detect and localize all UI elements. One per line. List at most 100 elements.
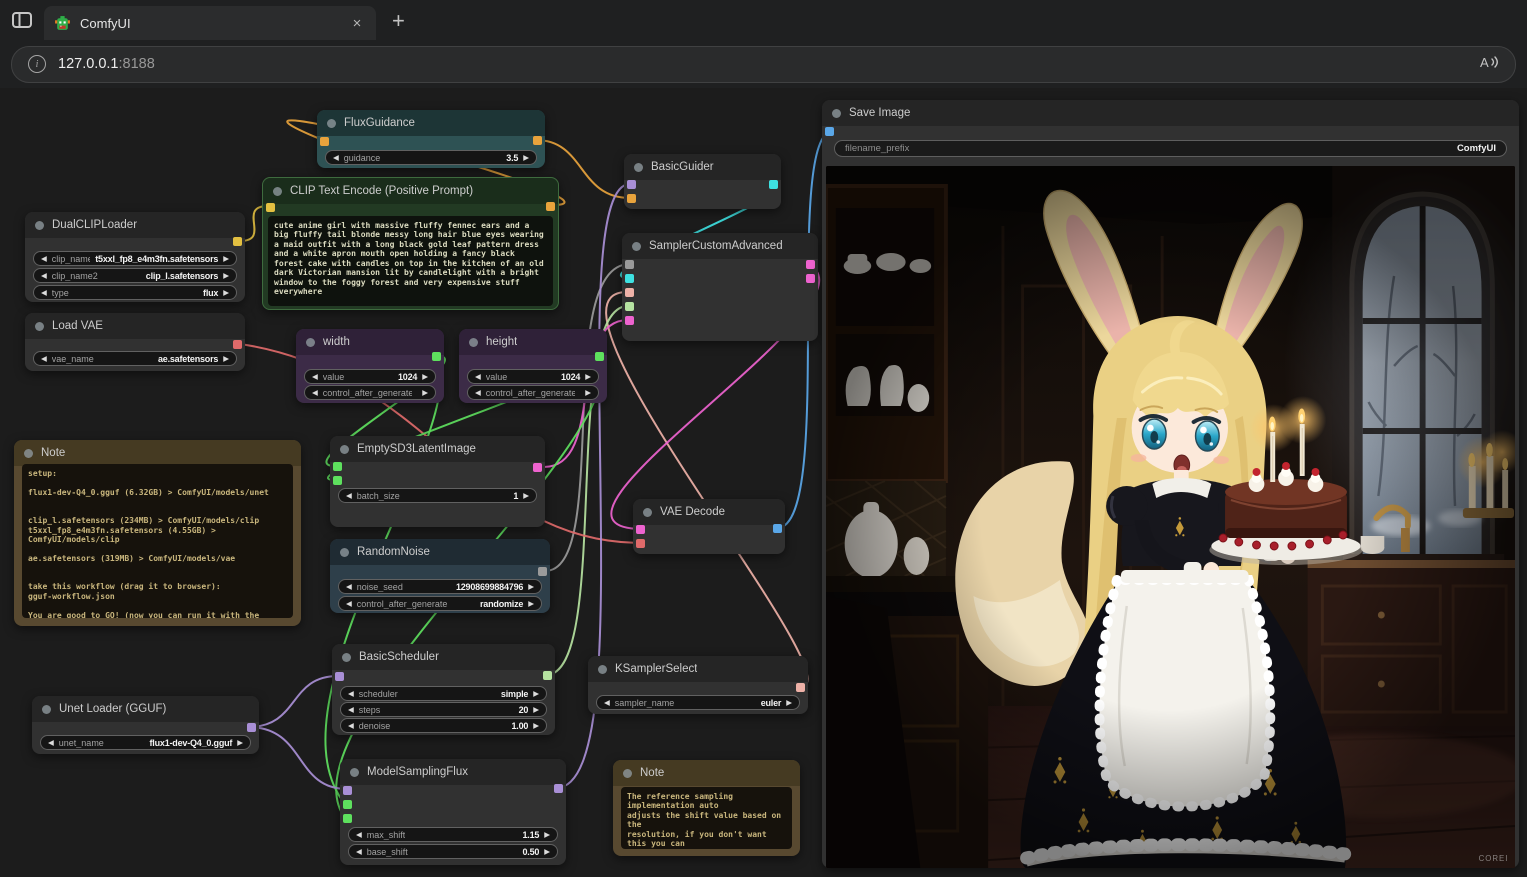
node-textarea[interactable]: setup: flux1-dev-Q4_0.gguf (6.32GB) > Co… <box>22 464 293 618</box>
input-socket[interactable] <box>625 288 634 297</box>
widget-denoise[interactable]: ◀denoise1.00▶ <box>340 718 547 733</box>
output-socket[interactable] <box>595 352 604 361</box>
output-socket[interactable] <box>546 202 555 211</box>
site-info-icon[interactable]: i <box>28 55 46 73</box>
input-socket[interactable] <box>625 302 634 311</box>
input-socket[interactable] <box>636 539 645 548</box>
output-socket[interactable] <box>543 671 552 680</box>
input-socket[interactable] <box>320 137 329 146</box>
collapse-dot[interactable] <box>42 705 51 714</box>
output-socket[interactable] <box>432 352 441 361</box>
collapse-dot[interactable] <box>832 109 841 118</box>
input-socket[interactable] <box>266 203 275 212</box>
collapse-dot[interactable] <box>340 548 349 557</box>
output-socket[interactable] <box>533 136 542 145</box>
node-width[interactable]: width◀value1024▶◀control_after_generate.… <box>296 329 444 403</box>
increment-arrow[interactable]: ▶ <box>585 389 591 397</box>
decrement-arrow[interactable]: ◀ <box>346 492 352 500</box>
widget-batch-size[interactable]: ◀batch_size1▶ <box>338 488 537 503</box>
input-socket[interactable] <box>825 127 834 136</box>
widget-clip-name2[interactable]: ◀clip_name2clip_l.safetensors▶ <box>33 268 237 283</box>
input-socket[interactable] <box>627 180 636 189</box>
increment-arrow[interactable]: ▶ <box>223 272 229 280</box>
address-bar[interactable]: i 127.0.0.1 :8188 A <box>11 46 1516 83</box>
decrement-arrow[interactable]: ◀ <box>41 255 47 263</box>
increment-arrow[interactable]: ▶ <box>237 739 243 747</box>
output-socket[interactable] <box>554 784 563 793</box>
decrement-arrow[interactable]: ◀ <box>333 154 339 162</box>
node-height[interactable]: height◀value1024▶◀control_after_generate… <box>459 329 607 403</box>
collapse-dot[interactable] <box>340 445 349 454</box>
node-textarea[interactable]: The reference sampling implementation au… <box>621 787 792 849</box>
node-textarea[interactable]: cute anime girl with massive fluffy fenn… <box>268 216 553 306</box>
output-socket[interactable] <box>773 524 782 533</box>
widget-control-after-generate-[interactable]: ◀control_after_generate.▶ <box>467 385 599 400</box>
widget-value[interactable]: ◀value1024▶ <box>467 369 599 384</box>
input-socket[interactable] <box>625 274 634 283</box>
node-note-right[interactable]: NoteThe reference sampling implementatio… <box>613 760 800 856</box>
node-fluxguidance[interactable]: FluxGuidance◀guidance3.5▶ <box>317 110 545 168</box>
input-socket[interactable] <box>333 476 342 485</box>
output-socket[interactable] <box>769 180 778 189</box>
increment-arrow[interactable]: ▶ <box>422 373 428 381</box>
input-socket[interactable] <box>343 786 352 795</box>
increment-arrow[interactable]: ▶ <box>533 690 539 698</box>
increment-arrow[interactable]: ▶ <box>544 831 550 839</box>
increment-arrow[interactable]: ▶ <box>533 722 539 730</box>
decrement-arrow[interactable]: ◀ <box>475 389 481 397</box>
input-socket[interactable] <box>625 260 634 269</box>
browser-tab-comfyui[interactable]: ComfyUI × <box>44 6 376 40</box>
decrement-arrow[interactable]: ◀ <box>356 848 362 856</box>
node-ksamplerselect[interactable]: KSamplerSelect◀sampler_nameeuler▶ <box>588 656 808 714</box>
output-socket[interactable] <box>806 260 815 269</box>
decrement-arrow[interactable]: ◀ <box>348 722 354 730</box>
decrement-arrow[interactable]: ◀ <box>346 600 352 608</box>
decrement-arrow[interactable]: ◀ <box>604 699 610 707</box>
output-socket[interactable] <box>233 340 242 349</box>
widget-noise-seed[interactable]: ◀noise_seed12908699884796▶ <box>338 579 542 594</box>
input-socket[interactable] <box>627 194 636 203</box>
collapse-dot[interactable] <box>327 119 336 128</box>
collapse-dot[interactable] <box>623 769 632 778</box>
decrement-arrow[interactable]: ◀ <box>348 690 354 698</box>
read-aloud-icon[interactable]: A <box>1479 54 1499 75</box>
tab-close-icon[interactable]: × <box>348 15 366 32</box>
widget-guidance[interactable]: ◀guidance3.5▶ <box>325 150 537 165</box>
decrement-arrow[interactable]: ◀ <box>312 373 318 381</box>
decrement-arrow[interactable]: ◀ <box>475 373 481 381</box>
node-randomnoise[interactable]: RandomNoise◀noise_seed12908699884796▶◀co… <box>330 539 550 613</box>
increment-arrow[interactable]: ▶ <box>544 848 550 856</box>
decrement-arrow[interactable]: ◀ <box>312 389 318 397</box>
node-clip-positive[interactable]: CLIP Text Encode (Positive Prompt)cute a… <box>262 177 559 310</box>
increment-arrow[interactable]: ▶ <box>422 389 428 397</box>
node-samplercustomadvanced[interactable]: SamplerCustomAdvanced <box>622 233 818 341</box>
collapse-dot[interactable] <box>643 508 652 517</box>
decrement-arrow[interactable]: ◀ <box>48 739 54 747</box>
collapse-dot[interactable] <box>35 221 44 230</box>
widget-value[interactable]: ◀value1024▶ <box>304 369 436 384</box>
output-socket[interactable] <box>538 567 547 576</box>
collapse-dot[interactable] <box>632 242 641 251</box>
output-socket[interactable] <box>247 723 256 732</box>
increment-arrow[interactable]: ▶ <box>585 373 591 381</box>
output-socket[interactable] <box>796 683 805 692</box>
widget-max-shift[interactable]: ◀max_shift1.15▶ <box>348 827 558 842</box>
collapse-dot[interactable] <box>273 187 282 196</box>
input-socket[interactable] <box>343 814 352 823</box>
increment-arrow[interactable]: ▶ <box>223 255 229 263</box>
node-save-image[interactable]: Save Imagefilename_prefixComfyUI <box>822 100 1519 868</box>
increment-arrow[interactable]: ▶ <box>533 706 539 714</box>
node-dualcliploader[interactable]: DualCLIPLoader◀clip_name1t5xxl_fp8_e4m3f… <box>25 212 245 302</box>
increment-arrow[interactable]: ▶ <box>523 492 529 500</box>
node-basicscheduler[interactable]: BasicScheduler◀schedulersimple▶◀steps20▶… <box>332 644 555 735</box>
node-graph-canvas[interactable]: FluxGuidance◀guidance3.5▶ CLIP Text Encod… <box>0 88 1527 877</box>
collapse-dot[interactable] <box>350 768 359 777</box>
tab-overview-button[interactable] <box>0 0 44 40</box>
node-note-left[interactable]: Notesetup: flux1-dev-Q4_0.gguf (6.32GB) … <box>14 440 301 626</box>
increment-arrow[interactable]: ▶ <box>223 289 229 297</box>
widget-steps[interactable]: ◀steps20▶ <box>340 702 547 717</box>
increment-arrow[interactable]: ▶ <box>528 583 534 591</box>
widget-clip-name1[interactable]: ◀clip_name1t5xxl_fp8_e4m3fn.safetensors▶ <box>33 251 237 266</box>
input-socket[interactable] <box>343 800 352 809</box>
decrement-arrow[interactable]: ◀ <box>41 272 47 280</box>
